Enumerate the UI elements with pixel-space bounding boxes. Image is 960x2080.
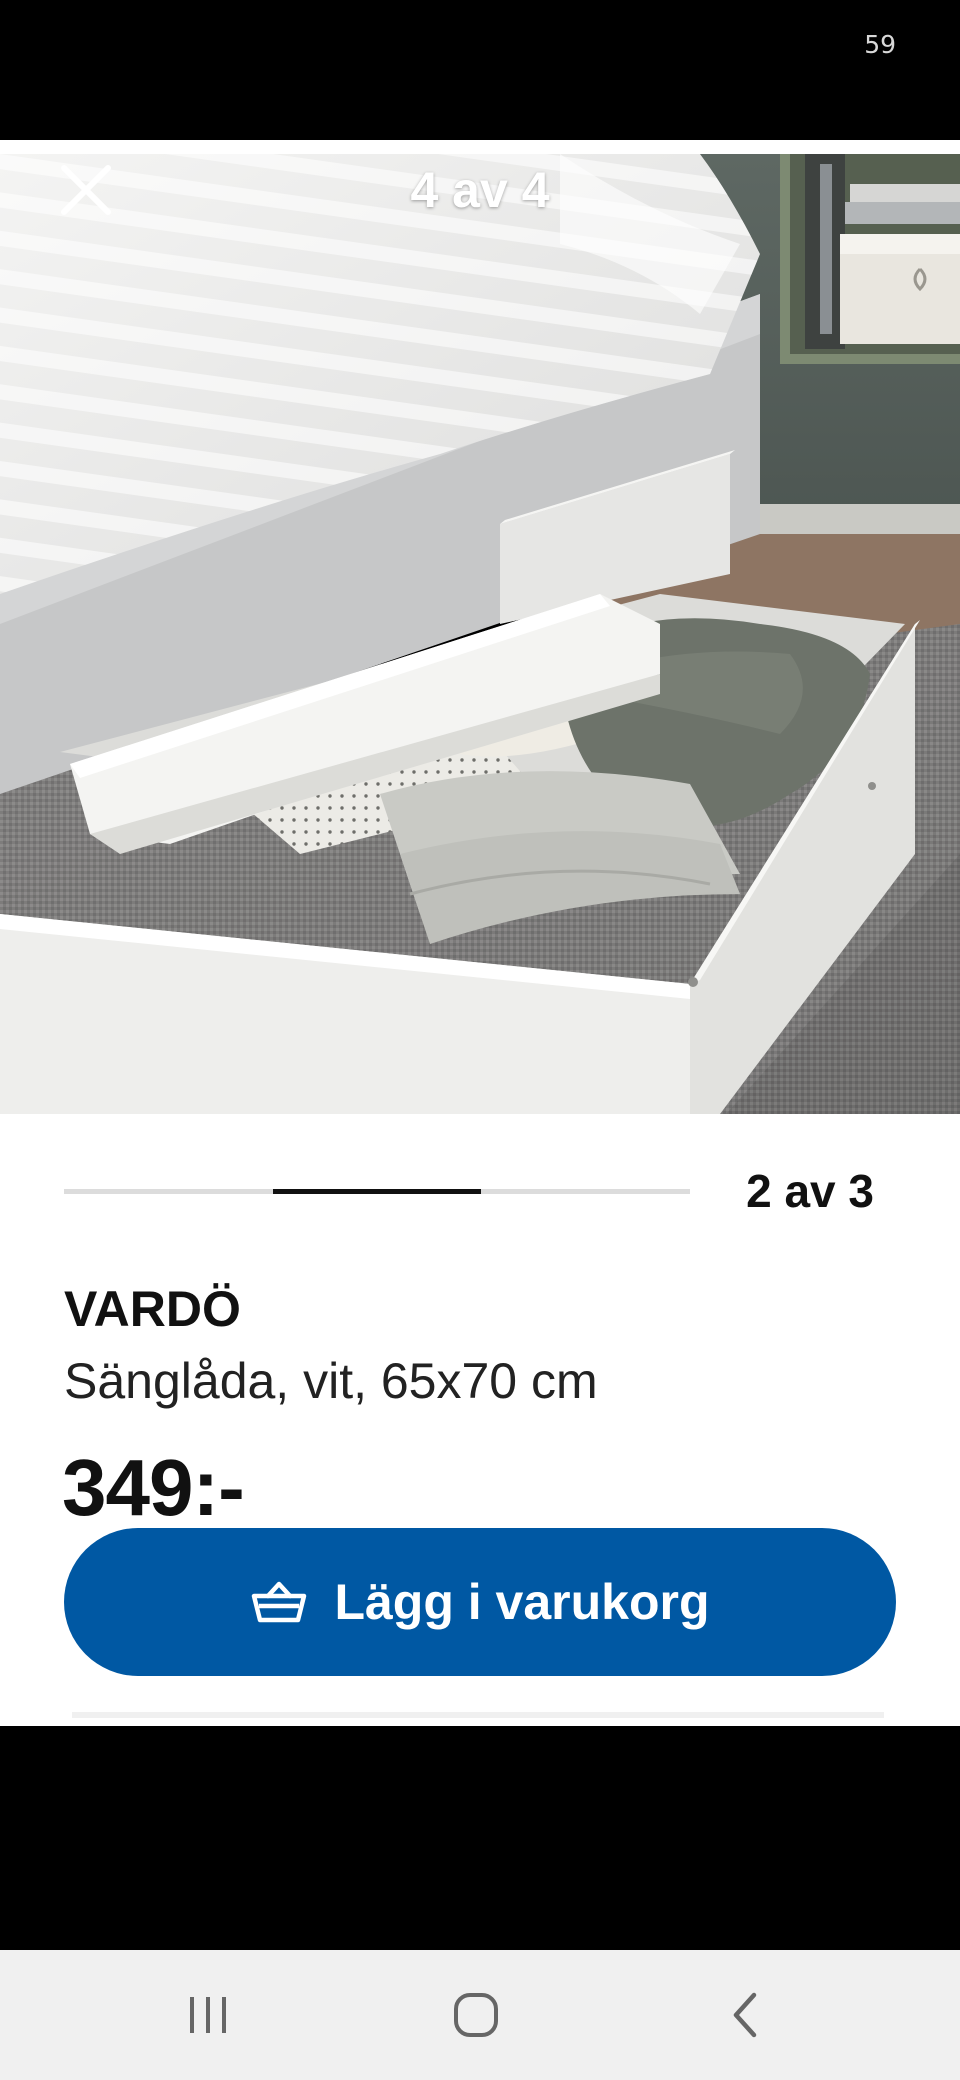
status-text: 59 [864, 30, 896, 59]
add-to-cart-button[interactable]: Lägg i varukorg [64, 1528, 896, 1676]
status-bar: 59 [0, 0, 960, 140]
product-image-viewer[interactable] [0, 154, 960, 1114]
product-photo-bed-storage-box [0, 154, 960, 1114]
system-navigation-bar [0, 1950, 960, 2080]
image-progress-track [64, 1189, 690, 1194]
app-top-edge [0, 140, 960, 154]
recent-apps-icon [190, 1997, 226, 2033]
product-description: Sänglåda, vit, 65x70 cm [64, 1353, 598, 1409]
image-page-counter: 2 av 3 [746, 1165, 874, 1217]
back-button[interactable] [706, 1980, 786, 2050]
home-button[interactable] [436, 1980, 516, 2050]
divider [72, 1712, 884, 1718]
recent-apps-button[interactable] [168, 1980, 248, 2050]
image-progress-indicator [272, 1189, 482, 1194]
product-card: 2 av 3 VARDÖ Sänglåda, vit, 65x70 cm 349… [0, 1114, 960, 1726]
add-to-cart-label: Lägg i varukorg [334, 1574, 710, 1630]
back-icon [733, 1992, 757, 2038]
product-name: VARDÖ [64, 1281, 241, 1337]
viewer-image-counter: 4 av 4 [410, 162, 550, 218]
shopping-basket-icon [250, 1578, 308, 1626]
product-price: 349:- [62, 1443, 245, 1532]
home-icon [454, 1993, 498, 2037]
